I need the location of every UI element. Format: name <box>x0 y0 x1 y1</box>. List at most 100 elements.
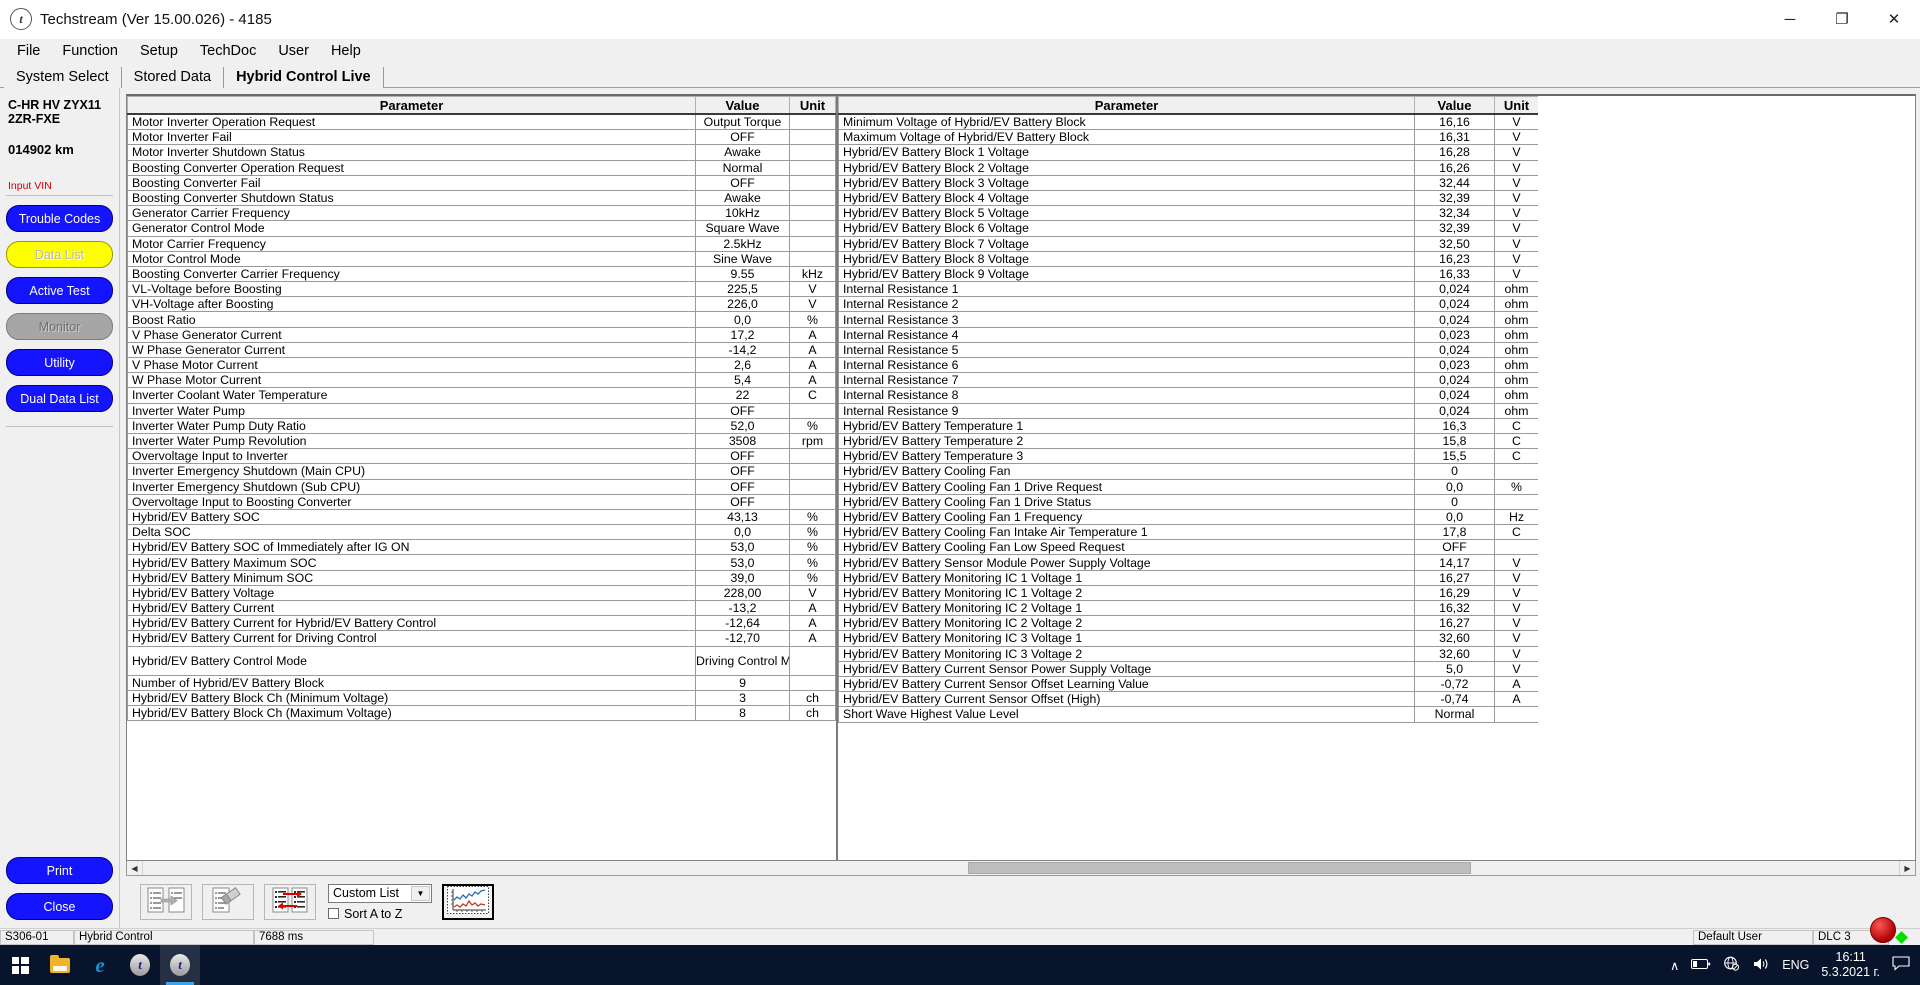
table-row[interactable]: Hybrid/EV Battery Current Sensor Offset … <box>839 692 1539 707</box>
table-row[interactable]: Hybrid/EV Battery Block 8 Voltage16,23V <box>839 251 1539 266</box>
table-row[interactable]: Internal Resistance 30,024ohm <box>839 312 1539 327</box>
utility-button[interactable]: Utility <box>6 349 113 376</box>
table-row[interactable]: Hybrid/EV Battery Cooling Fan 1 Frequenc… <box>839 509 1539 524</box>
table-row[interactable]: Overvoltage Input to InverterOFF <box>128 449 836 464</box>
menu-item-setup[interactable]: Setup <box>129 41 189 61</box>
print-button[interactable]: Print <box>6 857 113 884</box>
scrollbar-thumb[interactable] <box>968 862 1470 874</box>
data-list-button[interactable]: Data List <box>6 241 113 268</box>
table-row[interactable]: Boosting Converter Operation RequestNorm… <box>128 160 836 175</box>
dual-data-list-button[interactable]: Dual Data List <box>6 385 113 412</box>
table-row[interactable]: Hybrid/EV Battery Current Sensor Offset … <box>839 676 1539 691</box>
chevron-down-icon[interactable]: ▼ <box>411 886 430 901</box>
volume-icon[interactable] <box>1752 957 1770 974</box>
table-row[interactable]: Hybrid/EV Battery Temperature 116,3C <box>839 418 1539 433</box>
clear-list-button[interactable] <box>202 884 254 920</box>
record-button[interactable] <box>1870 917 1896 943</box>
table-row[interactable]: Boosting Converter FailOFF <box>128 175 836 190</box>
right-header-unit[interactable]: Unit <box>1495 97 1539 115</box>
table-row[interactable]: Motor Inverter Operation RequestOutput T… <box>128 114 836 130</box>
clock[interactable]: 16:11 5.3.2021 г. <box>1821 950 1880 980</box>
table-row[interactable]: Hybrid/EV Battery Maximum SOC53,0% <box>128 555 836 570</box>
table-row[interactable]: Inverter Emergency Shutdown (Sub CPU)OFF <box>128 479 836 494</box>
graph-view-button[interactable] <box>442 884 494 920</box>
table-row[interactable]: Hybrid/EV Battery SOC43,13% <box>128 509 836 524</box>
tab-hybrid-control-live[interactable]: Hybrid Control Live <box>224 67 384 88</box>
table-row[interactable]: VL-Voltage before Boosting225,5V <box>128 282 836 297</box>
table-row[interactable]: Hybrid/EV Battery Temperature 315,5C <box>839 449 1539 464</box>
table-row[interactable]: Hybrid/EV Battery Current Sensor Power S… <box>839 661 1539 676</box>
table-row[interactable]: Generator Carrier Frequency10kHz <box>128 206 836 221</box>
table-row[interactable]: W Phase Generator Current-14,2A <box>128 342 836 357</box>
scroll-left-icon[interactable]: ◀ <box>127 861 143 875</box>
techstream-taskbar-button[interactable]: t <box>120 945 160 985</box>
menu-item-file[interactable]: File <box>6 41 51 61</box>
table-row[interactable]: Motor Control ModeSine Wave <box>128 251 836 266</box>
scroll-right-icon[interactable]: ▶ <box>1899 861 1915 875</box>
sort-a-to-z-checkbox[interactable] <box>328 908 339 919</box>
table-row[interactable]: V Phase Generator Current17,2A <box>128 327 836 342</box>
table-row[interactable]: Hybrid/EV Battery Current-13,2A <box>128 601 836 616</box>
table-row[interactable]: Number of Hybrid/EV Battery Block9 <box>128 675 836 690</box>
custom-list-dropdown[interactable]: Custom List ▼ <box>328 884 432 903</box>
table-row[interactable]: Hybrid/EV Battery Block 9 Voltage16,33V <box>839 266 1539 281</box>
table-row[interactable]: Hybrid/EV Battery Block Ch (Maximum Volt… <box>128 705 836 720</box>
table-row[interactable]: Hybrid/EV Battery Block 4 Voltage32,39V <box>839 190 1539 205</box>
maximize-button[interactable]: ❐ <box>1816 0 1868 38</box>
table-row[interactable]: Internal Resistance 20,024ohm <box>839 297 1539 312</box>
table-row[interactable]: Hybrid/EV Battery Control ModeDriving Co… <box>128 646 836 675</box>
table-row[interactable]: Hybrid/EV Battery Minimum SOC39,0% <box>128 570 836 585</box>
tab-system-select[interactable]: System Select <box>4 67 122 88</box>
table-row[interactable]: Inverter Water Pump Duty Ratio52,0% <box>128 418 836 433</box>
techstream-taskbar-button-active[interactable]: t <box>160 945 200 985</box>
table-row[interactable]: Hybrid/EV Battery Cooling Fan0 <box>839 464 1539 479</box>
table-row[interactable]: Hybrid/EV Battery Cooling Fan Low Speed … <box>839 540 1539 555</box>
table-row[interactable]: Boost Ratio0,0% <box>128 312 836 327</box>
battery-icon[interactable] <box>1691 958 1711 973</box>
table-row[interactable]: Inverter Emergency Shutdown (Main CPU)OF… <box>128 464 836 479</box>
table-row[interactable]: Short Wave Highest Value LevelNormal <box>839 707 1539 722</box>
left-header-parameter[interactable]: Parameter <box>128 97 696 115</box>
table-row[interactable]: Inverter Water PumpOFF <box>128 403 836 418</box>
network-disconnected-icon[interactable] <box>1723 956 1740 974</box>
reorder-list-button[interactable] <box>264 884 316 920</box>
table-row[interactable]: Hybrid/EV Battery Block 3 Voltage32,44V <box>839 175 1539 190</box>
scrollbar-track[interactable] <box>143 861 1899 875</box>
table-row[interactable]: Internal Resistance 70,024ohm <box>839 373 1539 388</box>
minimize-button[interactable]: ─ <box>1764 0 1816 38</box>
table-row[interactable]: Hybrid/EV Battery Monitoring IC 2 Voltag… <box>839 616 1539 631</box>
table-row[interactable]: Motor Inverter Shutdown StatusAwake <box>128 145 836 160</box>
table-row[interactable]: Hybrid/EV Battery Monitoring IC 3 Voltag… <box>839 646 1539 661</box>
table-row[interactable]: Maximum Voltage of Hybrid/EV Battery Blo… <box>839 130 1539 145</box>
table-row[interactable]: Internal Resistance 10,024ohm <box>839 282 1539 297</box>
table-row[interactable]: Boosting Converter Shutdown StatusAwake <box>128 190 836 205</box>
menu-item-techdoc[interactable]: TechDoc <box>189 41 267 61</box>
select-items-button[interactable] <box>140 884 192 920</box>
tray-chevron-icon[interactable]: ∧ <box>1670 958 1679 973</box>
menu-item-help[interactable]: Help <box>320 41 372 61</box>
close-button[interactable]: ✕ <box>1868 0 1920 38</box>
tab-stored-data[interactable]: Stored Data <box>122 67 224 88</box>
table-row[interactable]: Hybrid/EV Battery Temperature 215,8C <box>839 433 1539 448</box>
table-row[interactable]: W Phase Motor Current5,4A <box>128 373 836 388</box>
table-row[interactable]: Internal Resistance 50,024ohm <box>839 342 1539 357</box>
table-row[interactable]: Hybrid/EV Battery Monitoring IC 3 Voltag… <box>839 631 1539 646</box>
file-explorer-button[interactable] <box>40 945 80 985</box>
internet-explorer-button[interactable]: e <box>80 945 120 985</box>
right-header-value[interactable]: Value <box>1415 97 1495 115</box>
left-header-value[interactable]: Value <box>696 97 790 115</box>
table-row[interactable]: Hybrid/EV Battery Cooling Fan 1 Drive St… <box>839 494 1539 509</box>
sort-a-to-z-row[interactable]: Sort A to Z <box>328 907 432 921</box>
horizontal-scrollbar[interactable]: ◀ ▶ <box>126 861 1916 876</box>
language-indicator[interactable]: ENG <box>1782 958 1809 972</box>
table-row[interactable]: Hybrid/EV Battery Cooling Fan 1 Drive Re… <box>839 479 1539 494</box>
table-row[interactable]: Delta SOC0,0% <box>128 525 836 540</box>
table-row[interactable]: Internal Resistance 90,024ohm <box>839 403 1539 418</box>
table-row[interactable]: Internal Resistance 60,023ohm <box>839 358 1539 373</box>
table-row[interactable]: Hybrid/EV Battery Monitoring IC 2 Voltag… <box>839 601 1539 616</box>
table-row[interactable]: Hybrid/EV Battery Current for Driving Co… <box>128 631 836 646</box>
table-row[interactable]: Internal Resistance 40,023ohm <box>839 327 1539 342</box>
right-header-parameter[interactable]: Parameter <box>839 97 1415 115</box>
table-row[interactable]: Overvoltage Input to Boosting ConverterO… <box>128 494 836 509</box>
table-row[interactable]: V Phase Motor Current2,6A <box>128 358 836 373</box>
